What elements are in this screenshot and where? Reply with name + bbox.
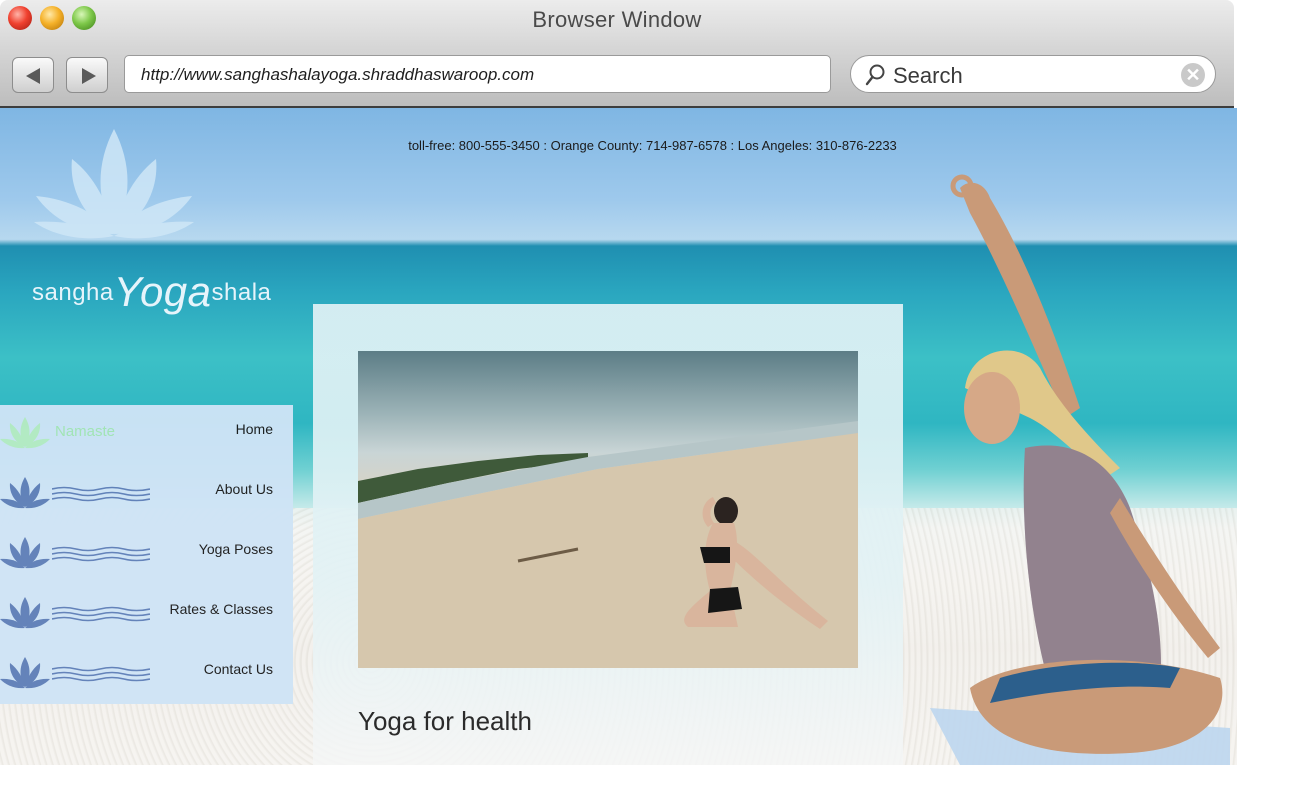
forward-button[interactable]: [66, 57, 108, 93]
clear-icon[interactable]: ✕: [1181, 63, 1205, 87]
logo-wordmark: sanghaYogashala: [32, 268, 272, 315]
home-accent-text: Namaste: [55, 423, 116, 440]
browser-window: Browser Window http://www.sanghashalayog…: [0, 0, 1237, 800]
window-title: Browser Window: [532, 7, 702, 32]
nav-label: Home: [235, 421, 273, 437]
lotus-icon: [0, 477, 50, 509]
wave-icon: [52, 666, 150, 682]
web-page: toll-free: 800-555-3450 : Orange County:…: [0, 108, 1237, 765]
address-text: http://www.sanghashalayoga.shraddhaswaro…: [141, 65, 535, 84]
beach-yoga-illustration: [358, 421, 858, 668]
nav-item-contact-us[interactable]: Contact Us: [0, 645, 293, 705]
nav-label: About Us: [215, 481, 273, 497]
search-field[interactable]: Search ✕: [850, 55, 1216, 93]
site-logo[interactable]: sanghaYogashala: [14, 124, 271, 315]
address-bar[interactable]: http://www.sanghashalayoga.shraddhaswaro…: [124, 55, 831, 93]
lotus-icon: [0, 537, 50, 569]
nav-label: Contact Us: [203, 661, 273, 677]
wave-icon: [52, 546, 150, 562]
lotus-icon: [0, 657, 50, 689]
nav-item-yoga-poses[interactable]: Yoga Poses: [0, 525, 293, 585]
nav-label: Rates & Classes: [169, 601, 273, 617]
nav-item-rates-classes[interactable]: Rates & Classes: [0, 585, 293, 645]
wave-icon: [52, 606, 150, 622]
nav-label: Yoga Poses: [198, 541, 273, 557]
forward-arrow-icon: [82, 68, 96, 84]
back-arrow-icon: [26, 68, 40, 84]
content-heading: Yoga for health: [358, 706, 532, 736]
wave-icon: [52, 486, 150, 502]
back-button[interactable]: [12, 57, 54, 93]
search-icon: [865, 64, 885, 86]
sidebar-menu: Namaste Home About Us Yoga Poses Rates &…: [0, 405, 293, 704]
nav-item-home[interactable]: Namaste Home: [0, 405, 293, 465]
lotus-icon: [0, 597, 50, 629]
browser-toolbar: Browser Window http://www.sanghashalayog…: [0, 0, 1234, 108]
yoga-instructor-figure: [930, 174, 1230, 765]
nav-item-about-us[interactable]: About Us: [0, 465, 293, 525]
content-panel: Yoga for health: [313, 304, 903, 765]
search-placeholder: Search: [893, 63, 963, 88]
beach-yoga-photo: [358, 351, 858, 668]
lotus-icon: [0, 417, 50, 449]
